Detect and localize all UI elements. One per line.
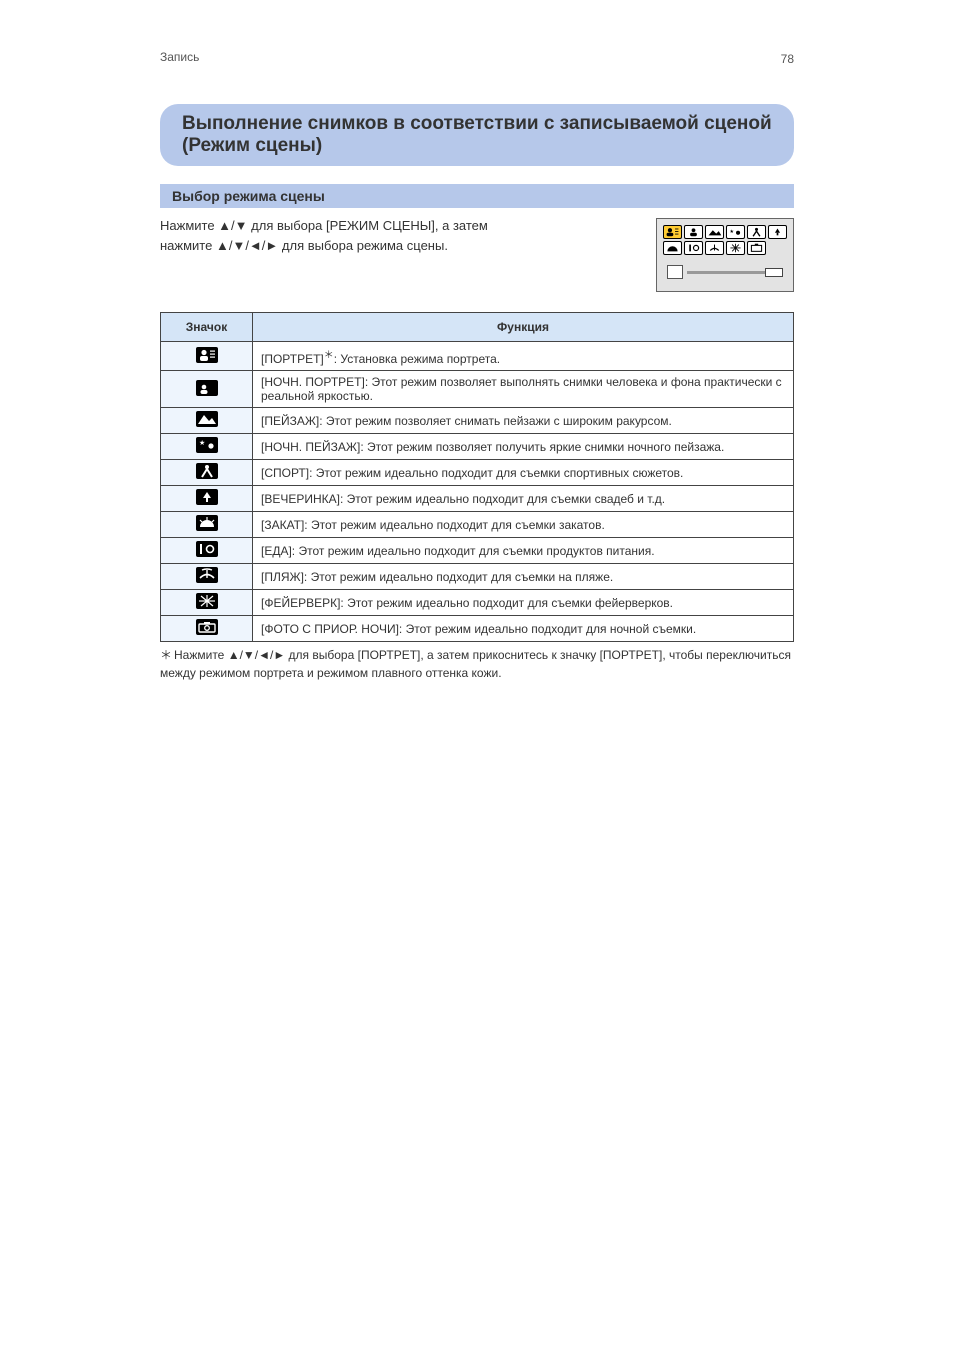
party-icon	[768, 225, 787, 239]
table-cell: [ЕДА]: Этот режим идеально подходит для …	[253, 538, 794, 564]
svg-text:★: ★	[199, 439, 205, 447]
table-row: [ВЕЧЕРИНКА]: Этот режим идеально подходи…	[161, 486, 794, 512]
night-landscape-icon: ★	[196, 437, 218, 453]
section-heading: Выбор режима сцены	[160, 184, 794, 208]
table-cell: [ВЕЧЕРИНКА]: Этот режим идеально подходи…	[253, 486, 794, 512]
table-cell: [ПОРТРЕТ]＊: Установка режима портрета.	[253, 342, 794, 371]
slider-knob	[765, 268, 783, 277]
beach-icon	[196, 567, 218, 583]
fireworks-icon	[726, 241, 745, 255]
landscape-icon	[705, 225, 724, 239]
sports-icon	[196, 463, 218, 479]
portrait-icon	[196, 347, 218, 363]
table-row: [ПЛЯЖ]: Этот режим идеально подходит для…	[161, 564, 794, 590]
table-cell: [ФОТО С ПРИОР. НОЧИ]: Этот режим идеальн…	[253, 616, 794, 642]
night-photo-icon	[747, 241, 766, 255]
table-row: [СПОРТ]: Этот режим идеально подходит дл…	[161, 460, 794, 486]
col-desc: Функция	[253, 313, 794, 342]
table-cell: [НОЧН. ПОРТРЕТ]: Этот режим позволяет вы…	[253, 371, 794, 408]
footnote: ＊Нажмите ▲/▼/◄/► для выбора [ПОРТРЕТ], а…	[160, 646, 794, 682]
slider-track	[687, 271, 783, 274]
table-cell: [СПОРТ]: Этот режим идеально подходит дл…	[253, 460, 794, 486]
table-cell: [ПЕЙЗАЖ]: Этот режим позволяет снимать п…	[253, 408, 794, 434]
table-row: [НОЧН. ПОРТРЕТ]: Этот режим позволяет вы…	[161, 371, 794, 408]
page-title: Выполнение снимков в соответствии с запи…	[160, 104, 794, 166]
night-portrait-icon	[196, 380, 218, 396]
table-cell: [НОЧН. ПЕЙЗАЖ]: Этот режим позволяет пол…	[253, 434, 794, 460]
col-icon: Значок	[161, 313, 253, 342]
scene-menu-figure: ★	[656, 218, 794, 292]
intro-text: Нажмите ▲/▼ для выбора [РЕЖИМ СЦЕНЫ], а …	[160, 216, 642, 292]
arrow-cross-icon: ▲/▼/◄/►	[228, 648, 286, 662]
table-cell: [ПЛЯЖ]: Этот режим идеально подходит для…	[253, 564, 794, 590]
filmstrip-icon	[667, 265, 683, 279]
svg-text:★: ★	[730, 229, 735, 235]
portrait-icon	[663, 225, 682, 239]
table-row: [ПОРТРЕТ]＊: Установка режима портрета.	[161, 342, 794, 371]
table-cell: [ЗАКАТ]: Этот режим идеально подходит дл…	[253, 512, 794, 538]
arrow-up-down-icon: ▲/▼	[218, 218, 247, 233]
table-row: [ЕДА]: Этот режим идеально подходит для …	[161, 538, 794, 564]
table-cell: [ФЕЙЕРВЕРК]: Этот режим идеально подходи…	[253, 590, 794, 616]
arrow-cross-icon: ▲/▼/◄/►	[216, 238, 278, 253]
table-row: [ФЕЙЕРВЕРК]: Этот режим идеально подходи…	[161, 590, 794, 616]
breadcrumb: Запись	[160, 50, 794, 64]
beach-icon	[705, 241, 724, 255]
food-icon	[684, 241, 703, 255]
fireworks-icon	[196, 593, 218, 609]
page-number: 78	[781, 52, 794, 66]
table-row: [ПЕЙЗАЖ]: Этот режим позволяет снимать п…	[161, 408, 794, 434]
sunset-icon	[663, 241, 682, 255]
night-photo-icon	[196, 619, 218, 635]
night-portrait-icon	[684, 225, 703, 239]
table-row: [ЗАКАТ]: Этот режим идеально подходит дл…	[161, 512, 794, 538]
sunset-icon	[196, 515, 218, 531]
food-icon	[196, 541, 218, 557]
scene-modes-table: Значок Функция [ПОРТРЕТ]＊: Установка реж…	[160, 312, 794, 642]
table-row: ★ [НОЧН. ПЕЙЗАЖ]: Этот режим позволяет п…	[161, 434, 794, 460]
landscape-icon	[196, 411, 218, 427]
night-landscape-icon: ★	[726, 225, 745, 239]
table-row: [ФОТО С ПРИОР. НОЧИ]: Этот режим идеальн…	[161, 616, 794, 642]
party-icon	[196, 489, 218, 505]
sports-icon	[747, 225, 766, 239]
